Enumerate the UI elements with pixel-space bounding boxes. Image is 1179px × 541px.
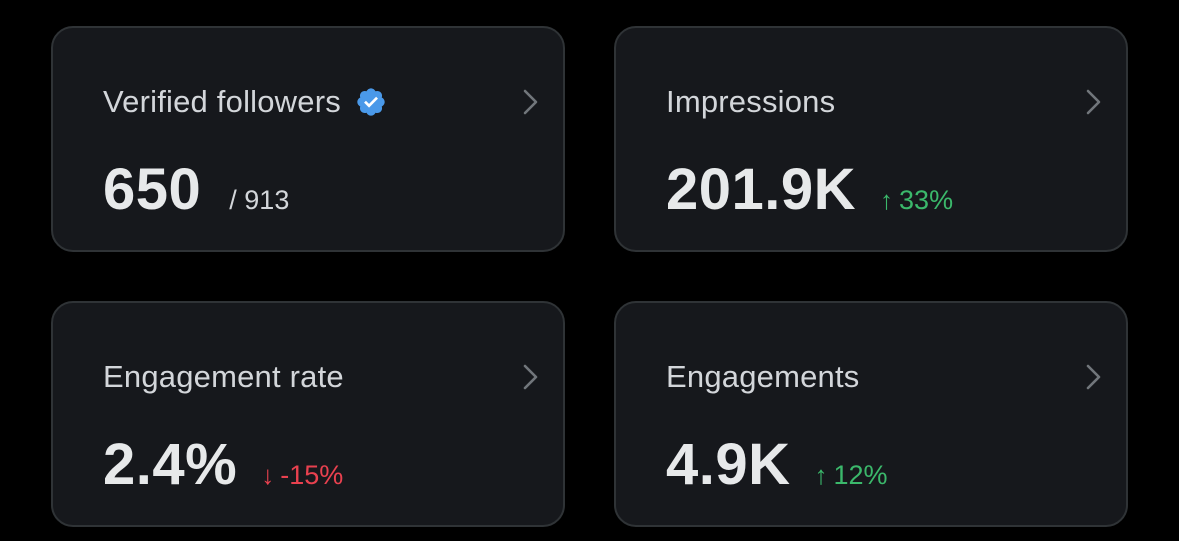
stat-card-impressions[interactable]: Impressions 201.9K ↑ 33%: [614, 26, 1128, 252]
delta-value: 33%: [899, 185, 954, 215]
stat-card-verified-followers[interactable]: Verified followers 650 / 913: [51, 26, 565, 252]
stat-card-engagement-rate[interactable]: Engagement rate 2.4% ↓ -15%: [51, 301, 565, 527]
chevron-right-icon[interactable]: [519, 361, 543, 393]
stat-total: / 913: [229, 185, 290, 215]
delta-badge: ↑ 33%: [880, 185, 953, 216]
value-row: 201.9K ↑ 33%: [666, 156, 953, 226]
card-header: Engagements: [666, 357, 860, 397]
card-header: Engagement rate: [103, 357, 344, 397]
arrow-up-icon: ↑: [814, 460, 828, 490]
chevron-right-icon[interactable]: [1082, 361, 1106, 393]
delta-value: 12%: [833, 460, 888, 490]
value-row: 4.9K ↑ 12%: [666, 431, 888, 501]
stat-value: 4.9K: [666, 432, 791, 497]
stat-value: 2.4%: [103, 432, 238, 497]
stat-value: 201.9K: [666, 157, 857, 222]
chevron-right-icon[interactable]: [519, 86, 543, 118]
card-label: Verified followers: [103, 84, 341, 119]
card-header: Impressions: [666, 82, 835, 122]
value-row: 2.4% ↓ -15%: [103, 431, 343, 501]
value-row: 650 / 913: [103, 156, 289, 226]
arrow-down-icon: ↓: [261, 460, 275, 490]
card-label: Impressions: [666, 84, 836, 119]
card-label: Engagement rate: [103, 359, 344, 394]
card-label: Engagements: [666, 359, 860, 394]
delta-badge: ↑ 12%: [815, 460, 888, 491]
chevron-right-icon[interactable]: [1082, 86, 1106, 118]
card-header: Verified followers: [103, 82, 387, 122]
delta-badge: ↓ -15%: [261, 460, 343, 491]
arrow-up-icon: ↑: [880, 185, 894, 215]
verified-badge-icon: [357, 88, 385, 116]
stat-card-engagements[interactable]: Engagements 4.9K ↑ 12%: [614, 301, 1128, 527]
stat-value: 650: [103, 157, 202, 222]
delta-value: -15%: [280, 460, 344, 490]
